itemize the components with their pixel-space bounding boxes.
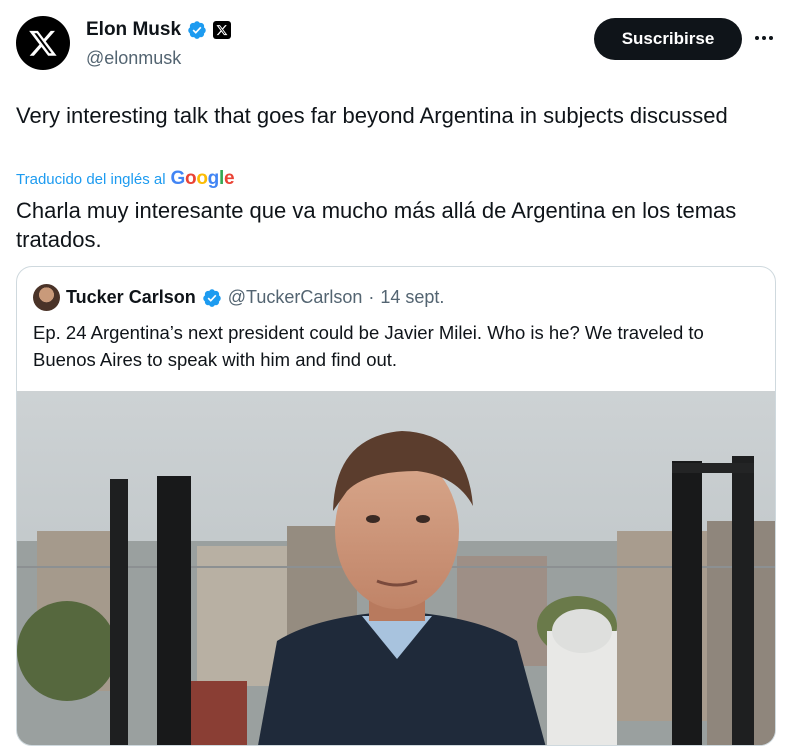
x-logo-icon [29,30,57,56]
quoted-author-handle[interactable]: @TuckerCarlson [228,287,363,308]
tweet-text: Very interesting talk that goes far beyo… [16,103,728,128]
quoted-tweet-text: Ep. 24 Argentina’s next president could … [33,322,704,370]
video-thumbnail-image [17,391,775,745]
translated-label: Traducido del inglés al [16,171,166,188]
x-affiliate-badge-icon[interactable] [213,21,232,39]
author-avatar[interactable] [16,16,70,70]
quoted-author-name[interactable]: Tucker Carlson [66,287,196,308]
subscribe-button[interactable]: Suscribirse [594,18,742,60]
author-name[interactable]: Elon Musk [86,19,181,41]
video-thumbnail[interactable] [17,391,775,745]
verified-badge-icon[interactable] [187,20,207,40]
quoted-avatar[interactable] [33,284,60,311]
translated-text: Charla muy interesante que va mucho más … [16,198,737,252]
author-handle[interactable]: @elonmusk [86,48,181,69]
quoted-date[interactable]: 14 sept. [380,287,444,308]
author-name-row: Elon Musk [86,19,232,41]
more-options-icon[interactable] [752,26,776,50]
google-logo: Google [170,168,235,189]
quoted-header: Tucker Carlson @TuckerCarlson · 14 sept. [33,284,444,311]
verified-badge-icon [202,288,221,307]
quoted-separator: · [368,287,375,307]
translation-attribution[interactable]: Traducido del inglés al Google [16,168,235,190]
quoted-tweet-card[interactable]: Tucker Carlson @TuckerCarlson · 14 sept.… [16,266,776,746]
